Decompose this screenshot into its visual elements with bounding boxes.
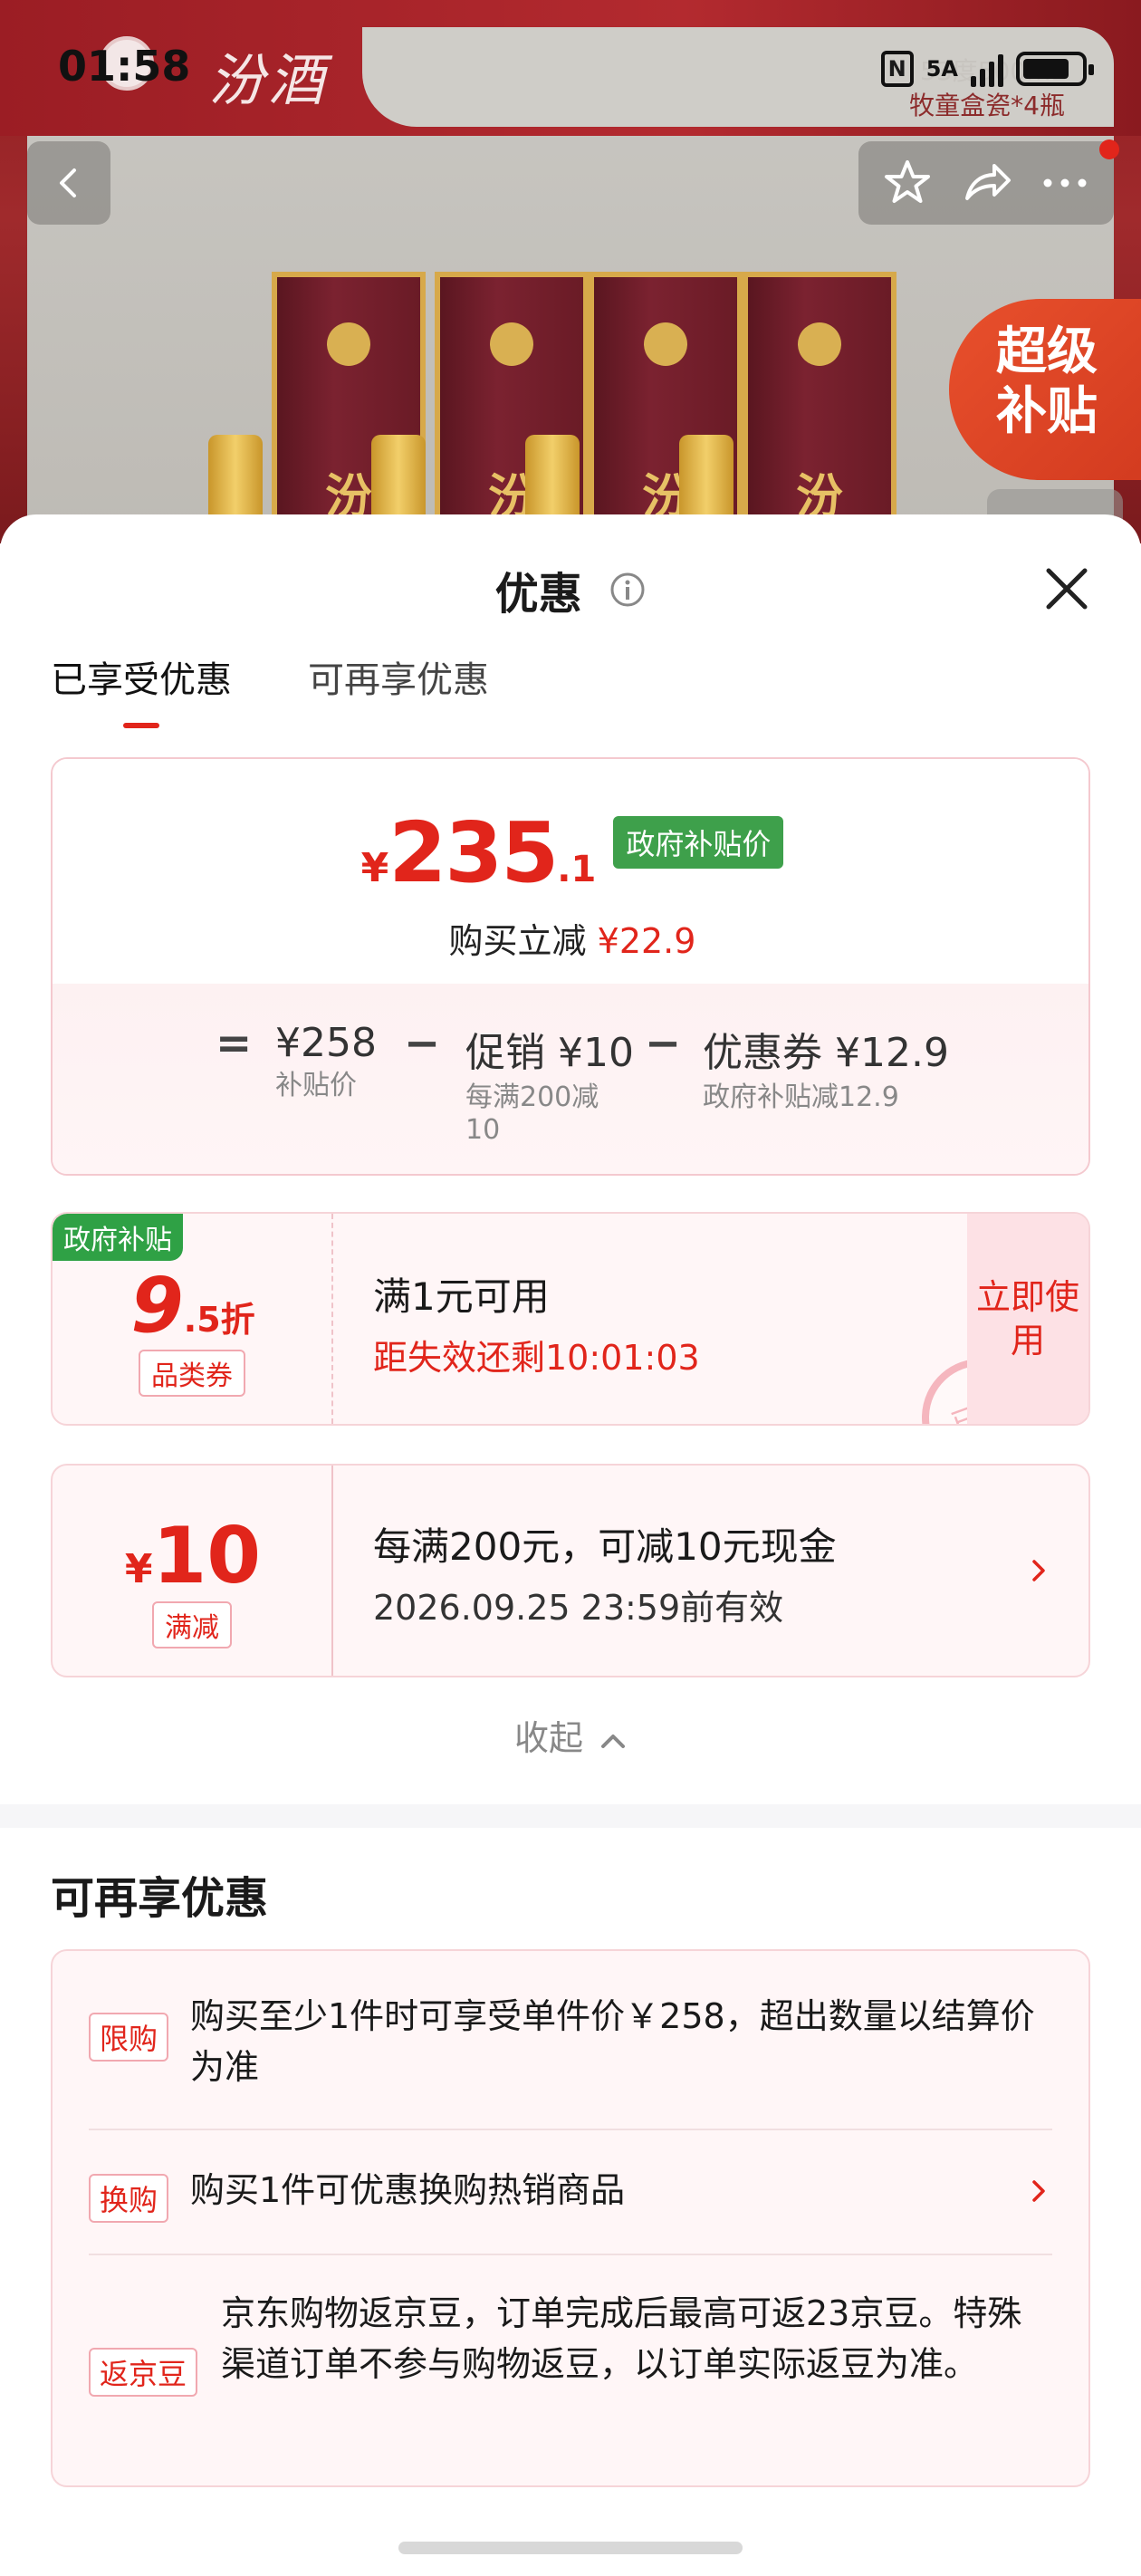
chevron-left-icon — [60, 168, 76, 197]
purchase-limit-row: 限购 购买至少1件时可享受单件价￥258，超出数量以结算价为准 — [89, 1991, 1052, 2136]
box-emblem — [644, 322, 687, 366]
super-subsidy-line-2: 补贴 — [996, 382, 1098, 441]
battery-icon — [1016, 52, 1094, 86]
jingdou-rebate-row: 返京豆 京东购物返京豆，订单完成后最高可返23京豆。特殊渠道订单不参与购物返豆，… — [89, 2288, 1052, 2460]
collapse-label: 收起 — [513, 1718, 583, 1758]
breakdown-caption: 补贴价 — [275, 1070, 357, 1101]
discount-unit: .5折 — [183, 1300, 255, 1340]
jingdou-text: 京东购物返京豆，订单完成后最高可返23京豆。特殊渠道订单不参与购物返豆，以订单实… — [221, 2293, 1022, 2384]
gov-subsidy-price-tag: 政府补贴价 — [613, 816, 784, 869]
row-divider — [89, 2254, 1052, 2255]
coupon-expiry: 2026.09.25 23:59前有效 — [373, 1588, 784, 1628]
full-reduction-tag: 满减 — [152, 1601, 232, 1648]
coupon-condition: 满1元可用 — [373, 1274, 550, 1319]
breakdown-coupon: 优惠券 ¥12.9 政府补贴减12.9 — [703, 1020, 949, 1114]
home-indicator[interactable] — [398, 2542, 743, 2554]
trade-in-row[interactable]: 换购 购买1件可优惠换购热销商品 — [89, 2165, 1052, 2246]
use-now-button[interactable]: 立即使用 — [967, 1214, 1088, 1424]
tab-applied-discounts[interactable]: 已享受优惠 — [51, 650, 232, 703]
product-boxes: 汾 汾 汾 汾 — [208, 272, 978, 543]
final-price-section: ¥235.1 政府补贴价 购买立减 ¥22.9 — [53, 759, 1088, 984]
spec-line-2: 牧童盒瓷*4瓶 — [909, 91, 1065, 120]
back-button[interactable] — [27, 141, 110, 225]
savings-label: 购买立减 — [448, 921, 598, 961]
row-divider — [89, 2129, 1052, 2130]
price-integer: 235 — [388, 804, 559, 901]
box-emblem — [327, 322, 370, 366]
equals-sign: = — [216, 1018, 253, 1069]
category-coupon-tag: 品类券 — [139, 1350, 245, 1397]
status-icons: N 5A — [880, 51, 1094, 87]
status-time: 01:58 — [58, 42, 191, 91]
jingdou-badge: 返京豆 — [89, 2348, 198, 2397]
section-divider — [0, 1804, 1141, 1828]
notification-dot — [1099, 139, 1119, 159]
product-box: 汾 — [743, 272, 896, 543]
box-emblem — [798, 322, 841, 366]
chevron-right-icon — [1032, 2180, 1045, 2202]
super-subsidy-line-1: 超级 — [996, 322, 1098, 381]
coupon-countdown: 距失效还剩10:01:03 — [373, 1338, 700, 1378]
discount-sheet: 优惠 已享受优惠 可再享优惠 ¥235.1 政府补贴价 购买立减 ¥22.9 =… — [0, 514, 1141, 2576]
trade-in-text: 购买1件可优惠换购热销商品 — [190, 2170, 626, 2210]
amount-number: 10 — [152, 1511, 262, 1601]
star-icon[interactable] — [881, 157, 934, 209]
instant-savings: 购买立减 ¥22.9 — [53, 913, 1088, 963]
price-decimal: .1 — [557, 849, 597, 890]
more-discounts-card: 限购 购买至少1件时可享受单件价￥258，超出数量以结算价为准 换购 购买1件可… — [51, 1949, 1090, 2487]
breakdown-promotion: 促销 ¥10 每满200减 10 — [465, 1020, 634, 1147]
sheet-header: 优惠 — [0, 558, 1141, 621]
box-emblem — [490, 322, 533, 366]
info-icon[interactable] — [609, 572, 646, 608]
sheet-title: 优惠 — [494, 569, 582, 620]
chevron-up-icon — [601, 1734, 626, 1748]
breakdown-value: ¥258 — [275, 1020, 377, 1066]
coupon-discount: 9.5折 — [53, 1261, 333, 1350]
coupon-condition: 每满200元，可减10元现金 — [373, 1524, 837, 1569]
limit-text: 购买至少1件时可享受单件价￥258，超出数量以结算价为准 — [190, 1996, 1035, 2087]
nfc-icon: N — [880, 51, 914, 87]
amount-currency: ¥ — [124, 1546, 153, 1592]
gov-subsidy-coupon: 9.5折 品类券 政府补贴 满1元可用 距失效还剩10:01:03 已领 立即使… — [51, 1212, 1090, 1426]
signal-icon — [971, 51, 1003, 87]
coupon-amount: ¥10 — [53, 1511, 333, 1601]
breakdown-caption: 每满200减 10 — [465, 1081, 599, 1146]
tab-more-discounts[interactable]: 可再享优惠 — [308, 650, 489, 703]
more-icon[interactable] — [1039, 157, 1091, 209]
price-breakdown: = ¥258 补贴价 − 促销 ¥10 每满200减 10 − 优惠券 ¥12.… — [53, 984, 1088, 1174]
breakdown-value: 促销 ¥10 — [465, 1030, 634, 1076]
minus-sign: − — [404, 1018, 441, 1069]
breakdown-caption: 政府补贴减12.9 — [703, 1081, 899, 1113]
collapse-button[interactable]: 收起 — [0, 1710, 1141, 1760]
limit-badge: 限购 — [89, 2013, 169, 2062]
chevron-right-icon — [1032, 1560, 1045, 1581]
product-image-area: 汾酒 53度500mL 牧童盒瓷*4瓶 汾 汾 汾 汾 01:58 N 5A 超… — [0, 0, 1141, 543]
savings-amount: ¥22.9 — [597, 921, 696, 961]
price-summary-card: ¥235.1 政府补贴价 购买立减 ¥22.9 = ¥258 补贴价 − 促销 … — [51, 757, 1090, 1176]
trade-in-badge: 换购 — [89, 2174, 169, 2223]
super-subsidy-badge[interactable]: 超级 补贴 — [949, 299, 1141, 480]
full-reduction-coupon[interactable]: ¥10 满减 每满200元，可减10元现金 2026.09.25 23:59前有… — [51, 1464, 1090, 1677]
discount-number: 9 — [130, 1261, 184, 1350]
more-discounts-title: 可再享优惠 — [51, 1873, 269, 1924]
breakdown-subsidy-price: ¥258 补贴价 — [275, 1020, 377, 1102]
share-icon[interactable] — [960, 157, 1012, 209]
price-currency: ¥ — [360, 845, 389, 891]
network-label: 5A — [925, 56, 958, 82]
minus-sign: − — [645, 1018, 682, 1069]
coupon-details: 每满200元，可减10元现金 2026.09.25 23:59前有效 — [335, 1466, 1088, 1676]
breakdown-value: 优惠券 ¥12.9 — [703, 1030, 949, 1076]
brand-name: 汾酒 — [208, 47, 329, 113]
final-price: ¥235.1 政府补贴价 — [53, 804, 1088, 901]
coupon-value-area: ¥10 满减 — [53, 1466, 333, 1676]
close-icon[interactable] — [1040, 562, 1094, 616]
gov-subsidy-corner-tag: 政府补贴 — [53, 1214, 183, 1261]
tab-bar: 已享受优惠 可再享优惠 — [51, 650, 489, 703]
top-actions — [858, 141, 1114, 225]
